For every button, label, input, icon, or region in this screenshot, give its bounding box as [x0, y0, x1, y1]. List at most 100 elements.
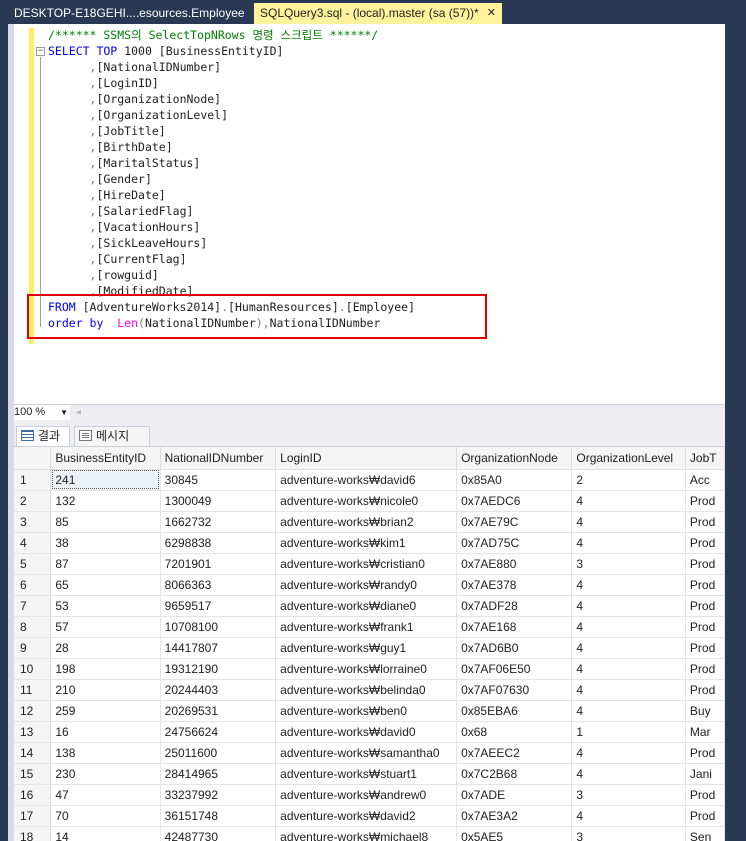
code-line[interactable]: ,[CurrentFlag]: [48, 251, 415, 267]
table-row[interactable]: 16 47 33237992 adventure-works₩andrew0 0x7AD…: [14, 784, 725, 806]
grid-cell[interactable]: Jani: [685, 763, 725, 785]
grid-cell[interactable]: 9659517: [160, 595, 277, 617]
grid-cell[interactable]: 53: [50, 595, 161, 617]
table-row[interactable]: 13 16 24756624 adventure-works₩david0 0x68 1 M…: [14, 721, 725, 743]
grid-cell[interactable]: 4: [571, 763, 686, 785]
grid-cell[interactable]: 38: [50, 532, 161, 554]
grid-cell[interactable]: 4: [571, 679, 686, 701]
grid-cell[interactable]: 14417807: [160, 637, 277, 659]
table-row[interactable]: 2 132 1300049 adventure-works₩nicole0 0x7AED…: [14, 490, 725, 512]
grid-cell[interactable]: 4: [571, 805, 686, 827]
tab-results[interactable]: 결과: [16, 426, 70, 446]
grid-cell[interactable]: Prod: [685, 595, 725, 617]
table-row[interactable]: 11 210 20244403 adventure-works₩belinda0 0x7…: [14, 679, 725, 701]
row-number[interactable]: 3: [14, 511, 52, 533]
grid-cell[interactable]: adventure-works₩kim1: [275, 532, 458, 554]
code-line[interactable]: ,[HireDate]: [48, 187, 415, 203]
code-line[interactable]: ,[OrganizationNode]: [48, 91, 415, 107]
code-line[interactable]: ,[JobTitle]: [48, 123, 415, 139]
row-number[interactable]: 4: [14, 532, 52, 554]
row-number[interactable]: 10: [14, 658, 52, 680]
table-row[interactable]: 15 230 28414965 adventure-works₩stuart1 0x7C…: [14, 763, 725, 785]
sql-code[interactable]: /****** SSMS의 SelectTopNRows 명령 스크립트 ***…: [48, 27, 415, 331]
column-header[interactable]: OrganizationNode: [456, 447, 573, 470]
table-row[interactable]: 9 28 14417807 adventure-works₩guy1 0x7AD6B0 4…: [14, 637, 725, 659]
grid-cell[interactable]: Prod: [685, 616, 725, 638]
grid-cell[interactable]: adventure-works₩nicole0: [275, 490, 458, 512]
tab-sqlquery3[interactable]: SQLQuery3.sql - (local).master (sa (57))…: [254, 3, 502, 24]
grid-cell[interactable]: 16: [50, 721, 161, 743]
grid-cell[interactable]: Acc: [685, 469, 725, 491]
grid-cell[interactable]: 0x7AF07630: [456, 679, 573, 701]
grid-cell[interactable]: adventure-works₩brian2: [275, 511, 458, 533]
row-number[interactable]: 2: [14, 490, 52, 512]
grid-cell[interactable]: 0x7AE168: [456, 616, 573, 638]
table-row[interactable]: 4 38 6298838 adventure-works₩kim1 0x7AD75C 4 P…: [14, 532, 725, 554]
grid-cell[interactable]: 4: [571, 742, 686, 764]
grid-cell[interactable]: 0x68: [456, 721, 573, 743]
grid-cell[interactable]: Prod: [685, 679, 725, 701]
grid-cell[interactable]: 70: [50, 805, 161, 827]
row-number[interactable]: 9: [14, 637, 52, 659]
tab-employee-table[interactable]: DESKTOP-E18GEHI....esources.Employee: [0, 3, 246, 24]
collapse-outline-icon[interactable]: −: [36, 47, 45, 56]
results-grid[interactable]: BusinessEntityID NationalIDNumber LoginID O…: [14, 447, 725, 841]
table-row[interactable]: 6 65 8066363 adventure-works₩randy0 0x7AE378…: [14, 574, 725, 596]
grid-cell[interactable]: 0x7AE880: [456, 553, 573, 575]
row-number[interactable]: 13: [14, 721, 52, 743]
grid-cell[interactable]: 198: [50, 658, 161, 680]
grid-cell[interactable]: adventure-works₩frank1: [275, 616, 458, 638]
grid-cell[interactable]: 1662732: [160, 511, 277, 533]
row-number[interactable]: 7: [14, 595, 52, 617]
grid-cell[interactable]: Prod: [685, 637, 725, 659]
grid-cell[interactable]: 0x7AD6B0: [456, 637, 573, 659]
grid-cell[interactable]: 10708100: [160, 616, 277, 638]
row-number[interactable]: 14: [14, 742, 52, 764]
row-number[interactable]: 6: [14, 574, 52, 596]
column-header[interactable]: LoginID: [275, 447, 458, 470]
grid-cell[interactable]: Prod: [685, 658, 725, 680]
row-number[interactable]: 17: [14, 805, 52, 827]
grid-cell[interactable]: adventure-works₩randy0: [275, 574, 458, 596]
grid-cell[interactable]: adventure-works₩andrew0: [275, 784, 458, 806]
grid-cell[interactable]: 25011600: [160, 742, 277, 764]
grid-cell[interactable]: adventure-works₩cristian0: [275, 553, 458, 575]
grid-cell[interactable]: 6298838: [160, 532, 277, 554]
grid-cell[interactable]: 241: [50, 469, 161, 491]
grid-cell[interactable]: 20269531: [160, 700, 277, 722]
grid-cell[interactable]: 4: [571, 658, 686, 680]
column-header[interactable]: OrganizationLevel: [571, 447, 686, 470]
table-row[interactable]: 17 70 36151748 adventure-works₩david2 0x7AE3…: [14, 805, 725, 827]
grid-cell[interactable]: Prod: [685, 553, 725, 575]
grid-cell[interactable]: 132: [50, 490, 161, 512]
row-number[interactable]: 12: [14, 700, 52, 722]
code-line[interactable]: ,[VacationHours]: [48, 219, 415, 235]
table-row[interactable]: 18 14 42487730 adventure-works₩michael8 0x5A…: [14, 826, 725, 841]
grid-cell[interactable]: adventure-works₩lorraine0: [275, 658, 458, 680]
grid-cell[interactable]: 4: [571, 616, 686, 638]
table-row[interactable]: 8 57 10708100 adventure-works₩frank1 0x7AE16…: [14, 616, 725, 638]
grid-cell[interactable]: adventure-works₩guy1: [275, 637, 458, 659]
grid-cell[interactable]: 3: [571, 553, 686, 575]
grid-cell[interactable]: 0x7C2B68: [456, 763, 573, 785]
grid-cell[interactable]: 4: [571, 700, 686, 722]
grid-cell[interactable]: 42487730: [160, 826, 277, 841]
code-line[interactable]: ,[rowguid]: [48, 267, 415, 283]
table-row[interactable]: 1 241 30845 adventure-works₩david6 0x85A0 2 Ac…: [14, 469, 725, 491]
code-line[interactable]: ,[Gender]: [48, 171, 415, 187]
grid-cell[interactable]: adventure-works₩samantha0: [275, 742, 458, 764]
grid-cell[interactable]: 4: [571, 637, 686, 659]
grid-cell[interactable]: 230: [50, 763, 161, 785]
grid-cell[interactable]: 0x7ADF28: [456, 595, 573, 617]
grid-cell[interactable]: 4: [571, 532, 686, 554]
grid-cell[interactable]: 138: [50, 742, 161, 764]
grid-cell[interactable]: 47: [50, 784, 161, 806]
grid-cell[interactable]: 28414965: [160, 763, 277, 785]
grid-cell[interactable]: 57: [50, 616, 161, 638]
grid-cell[interactable]: Prod: [685, 574, 725, 596]
grid-cell[interactable]: 33237992: [160, 784, 277, 806]
row-number[interactable]: 16: [14, 784, 52, 806]
grid-cell[interactable]: adventure-works₩michael8: [275, 826, 458, 841]
column-header[interactable]: JobT: [685, 447, 725, 470]
scroll-left-icon[interactable]: ◂: [76, 405, 81, 420]
